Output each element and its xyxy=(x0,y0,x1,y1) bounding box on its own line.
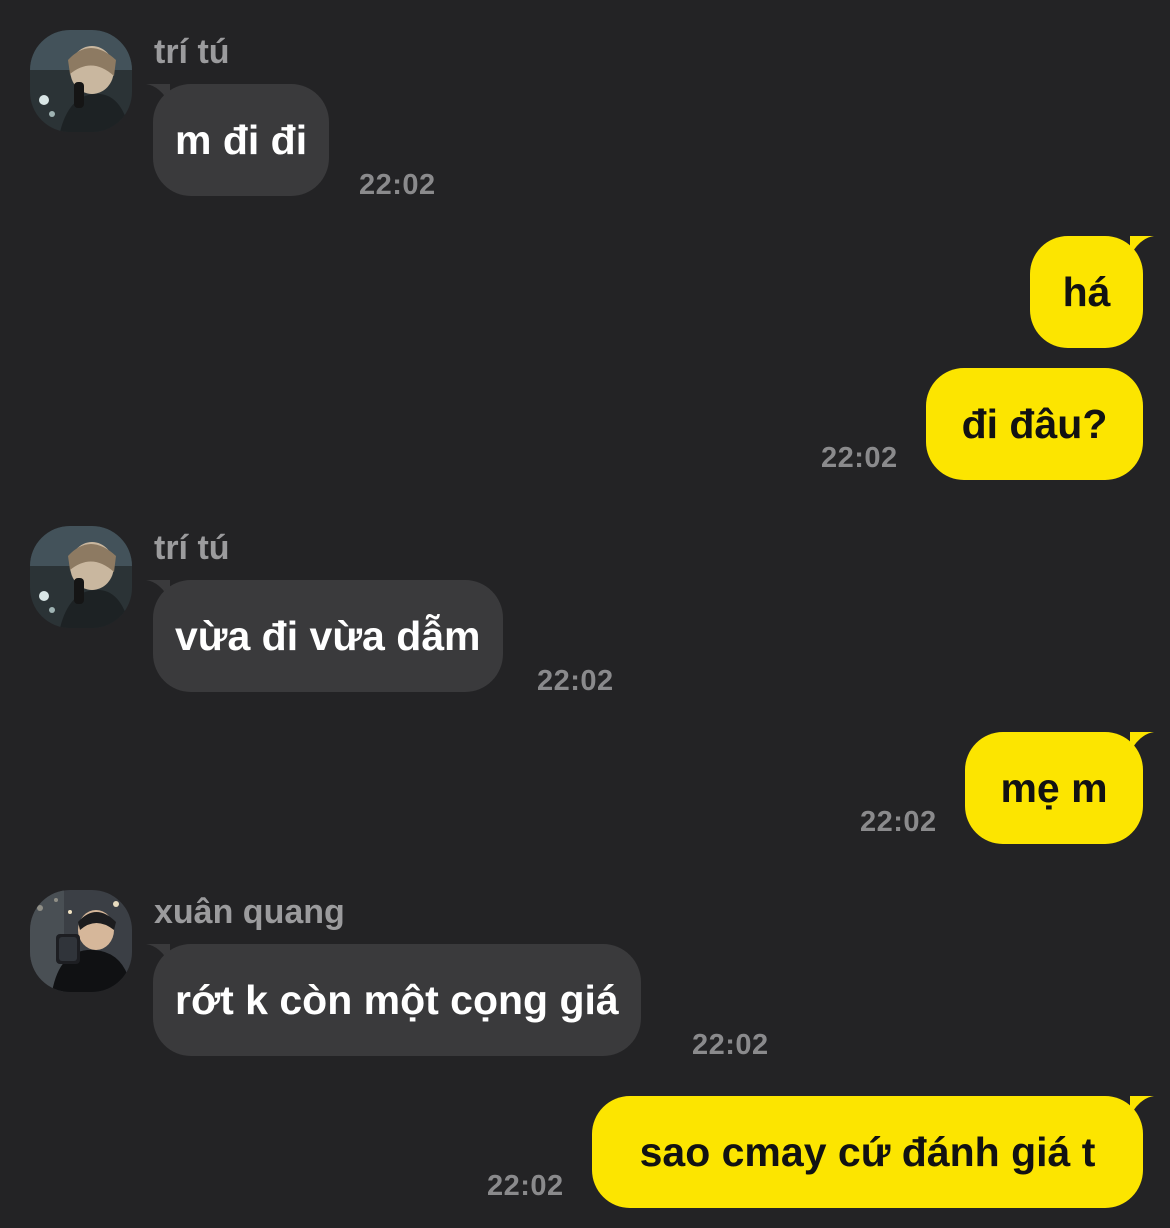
message-bubble[interactable]: đi đâu? xyxy=(926,368,1143,480)
message-bubble[interactable]: vừa đi vừa dẫm xyxy=(153,580,503,692)
message-timestamp: 22:02 xyxy=(537,665,614,697)
message-timestamp: 22:02 xyxy=(692,1029,769,1061)
message-bubble[interactable]: mẹ m xyxy=(965,732,1143,844)
chat-message-list[interactable]: trí tú m đi đi 22:02 há đi đâu? 22:02 tr… xyxy=(0,0,1170,1228)
avatar[interactable] xyxy=(30,526,132,628)
message-timestamp: 22:02 xyxy=(487,1170,564,1202)
message-timestamp: 22:02 xyxy=(359,169,436,201)
avatar[interactable] xyxy=(30,30,132,132)
message-timestamp: 22:02 xyxy=(860,806,937,838)
message-bubble[interactable]: sao cmay cứ đánh giá t xyxy=(592,1096,1143,1208)
message-bubble[interactable]: m đi đi xyxy=(153,84,330,196)
user-photo-avatar-icon xyxy=(30,30,132,132)
sender-name: trí tú xyxy=(154,529,230,567)
user-photo-avatar-icon xyxy=(30,526,132,628)
avatar[interactable] xyxy=(30,890,132,992)
message-bubble[interactable]: rớt k còn một cọng giá xyxy=(153,944,641,1056)
sender-name: xuân quang xyxy=(154,893,345,931)
message-bubble[interactable]: há xyxy=(1030,236,1143,348)
sender-name: trí tú xyxy=(154,33,230,71)
user-photo-avatar-icon xyxy=(30,890,132,992)
message-timestamp: 22:02 xyxy=(821,442,898,474)
